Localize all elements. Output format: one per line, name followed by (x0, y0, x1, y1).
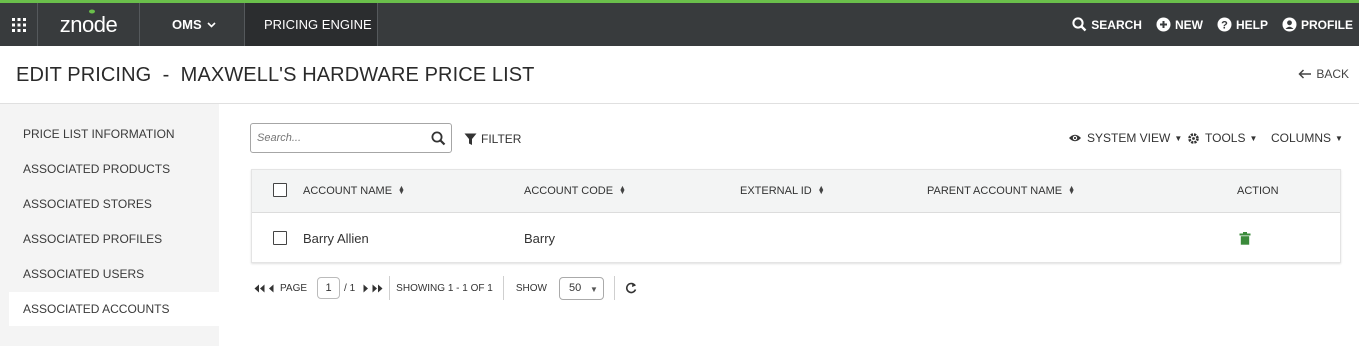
system-view-label: SYSTEM VIEW (1087, 131, 1171, 145)
total-pages: / 1 (344, 282, 356, 294)
sidebar-item-label: PRICE LIST INFORMATION (23, 127, 175, 141)
trash-icon[interactable] (1239, 232, 1251, 245)
logo-text: znode (59, 11, 118, 37)
help-icon: ? (1217, 17, 1232, 32)
tools-menu[interactable]: TOOLS ▼ (1187, 131, 1257, 145)
prev-page-icon[interactable] (268, 284, 274, 293)
column-header-account-name[interactable]: ACCOUNT NAME ▲ ▼ (303, 185, 405, 197)
new-button[interactable]: NEW (1156, 17, 1203, 32)
system-view-menu[interactable]: SYSTEM VIEW ▼ (1068, 131, 1182, 145)
divider (502, 276, 504, 300)
page-label: PAGE (280, 282, 308, 294)
gear-icon (1188, 132, 1199, 144)
column-label: PARENT ACCOUNT NAME (927, 185, 1063, 197)
apps-grid-icon[interactable] (0, 3, 38, 46)
select-all-checkbox[interactable] (273, 183, 287, 197)
divider (613, 276, 615, 300)
user-icon (1282, 17, 1297, 32)
back-button[interactable]: BACK (1298, 67, 1349, 81)
cell-account-code: Barry (524, 231, 556, 246)
sort-icon[interactable]: ▲ ▼ (619, 185, 626, 196)
sort-icon[interactable]: ▲ ▼ (1068, 185, 1075, 196)
first-page-icon[interactable] (254, 284, 265, 293)
sidebar-item-associated-accounts[interactable]: ASSOCIATED ACCOUNTS (9, 292, 219, 326)
sidebar-item-price-list-information[interactable]: PRICE LIST INFORMATION (9, 117, 219, 151)
sidebar-item-label: ASSOCIATED PRODUCTS (23, 162, 171, 176)
page-header: EDIT PRICING - MAXWELL'S HARDWARE PRICE … (0, 46, 1359, 104)
page-number-input[interactable]: 1 (317, 277, 341, 299)
sort-icon[interactable]: ▲ ▼ (398, 185, 405, 196)
cell-account-name: Barry Allien (303, 231, 369, 246)
columns-label: COLUMNS (1271, 131, 1332, 145)
search-label: SEARCH (1091, 17, 1142, 32)
filter-button[interactable]: FILTER (464, 132, 521, 146)
page-size-select[interactable]: 50 ▼ (558, 276, 604, 300)
new-label: NEW (1174, 17, 1203, 32)
search-button[interactable]: SEARCH (1072, 17, 1142, 32)
column-header-action: ACTION (1237, 185, 1279, 197)
sidebar-item-label: ASSOCIATED PROFILES (23, 232, 163, 246)
sidebar-item-associated-products[interactable]: ASSOCIATED PRODUCTS (9, 152, 219, 186)
show-label: SHOW (515, 282, 547, 294)
back-label: BACK (1316, 67, 1349, 81)
sidebar-item-associated-stores[interactable]: ASSOCIATED STORES (9, 187, 219, 221)
sidebar-item-label: ASSOCIATED ACCOUNTS (23, 302, 170, 316)
caret-down-icon: ▼ (1335, 133, 1343, 143)
column-header-account-code[interactable]: ACCOUNT CODE ▲ ▼ (524, 185, 626, 197)
column-label: ACTION (1237, 185, 1279, 197)
refresh-icon[interactable] (625, 282, 637, 294)
search-box[interactable] (250, 123, 452, 153)
pagination: PAGE 1 / 1 SHOWING 1 - 1 OF 1 SHOW 50 ▼ (254, 276, 637, 300)
columns-menu[interactable]: COLUMNS ▼ (1271, 131, 1343, 145)
oms-menu[interactable]: OMS (140, 3, 245, 46)
svg-text:?: ? (1221, 20, 1228, 32)
accounts-table: ACCOUNT NAME ▲ ▼ ACCOUNT CODE ▲ ▼ EXTERNAL… (251, 169, 1341, 263)
help-label: HELP (1235, 17, 1268, 32)
profile-label: PROFILE (1300, 17, 1353, 32)
sort-icon[interactable]: ▲ ▼ (818, 185, 825, 196)
znode-logo[interactable]: znode (38, 3, 140, 46)
column-label: ACCOUNT CODE (524, 185, 614, 197)
chevron-down-icon (207, 21, 216, 28)
caret-down-icon: ▼ (1174, 133, 1183, 143)
page-size-value: 50 (568, 282, 582, 294)
pricing-engine-label: PRICING ENGINE (264, 17, 372, 32)
eye-icon (1069, 134, 1081, 142)
sidebar-item-label: ASSOCIATED STORES (23, 197, 152, 211)
column-header-external-id[interactable]: EXTERNAL ID ▲ ▼ (740, 185, 825, 197)
sidebar-item-associated-profiles[interactable]: ASSOCIATED PROFILES (9, 222, 219, 256)
column-label: ACCOUNT NAME (303, 185, 393, 197)
last-page-icon[interactable] (372, 284, 383, 293)
pricing-engine-tab[interactable]: PRICING ENGINE (245, 3, 378, 46)
filter-label: FILTER (481, 132, 522, 146)
sidebar-item-label: ASSOCIATED USERS (23, 267, 145, 281)
page-title: EDIT PRICING - MAXWELL'S HARDWARE PRICE … (16, 64, 535, 86)
showing-count: SHOWING 1 - 1 OF 1 (396, 282, 493, 294)
oms-menu-label: OMS (172, 17, 202, 32)
row-checkbox[interactable] (273, 231, 287, 245)
help-button[interactable]: ? HELP (1217, 17, 1268, 32)
tools-label: TOOLS (1205, 131, 1246, 145)
divider (389, 276, 391, 300)
plus-circle-icon (1156, 17, 1171, 32)
logo-leaf-icon (89, 9, 95, 14)
table-header: ACCOUNT NAME ▲ ▼ ACCOUNT CODE ▲ ▼ EXTERNAL… (252, 170, 1340, 213)
next-page-icon[interactable] (363, 284, 369, 293)
caret-down-icon: ▼ (1249, 133, 1258, 143)
sidebar-item-associated-users[interactable]: ASSOCIATED USERS (9, 257, 219, 291)
column-header-parent-account-name[interactable]: PARENT ACCOUNT NAME ▲ ▼ (927, 185, 1075, 197)
search-icon (1072, 17, 1087, 32)
column-label: EXTERNAL ID (740, 185, 812, 197)
profile-button[interactable]: PROFILE (1282, 17, 1353, 32)
search-icon[interactable] (431, 131, 446, 146)
search-input[interactable] (251, 124, 421, 152)
caret-down-icon: ▼ (590, 284, 598, 294)
filter-icon (464, 133, 477, 145)
arrow-left-icon (1298, 69, 1312, 79)
top-nav-bar: znode OMS PRICING ENGINE SEARCH NEW ? HE… (0, 0, 1359, 46)
